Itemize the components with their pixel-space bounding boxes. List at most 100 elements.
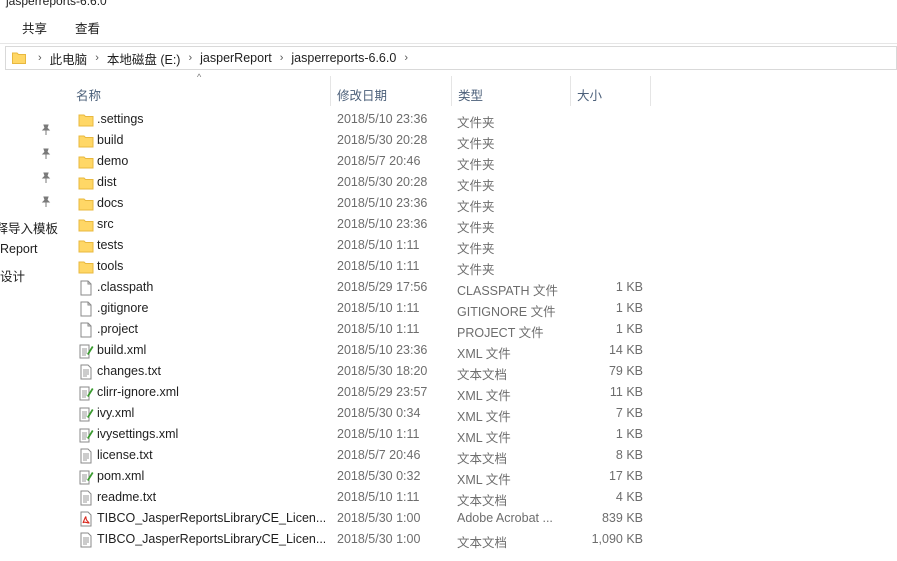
file-type: 文件夹 (457, 158, 495, 172)
nav-item-design[interactable]: 设计 (0, 266, 58, 285)
chevron-right-icon[interactable]: › (396, 52, 416, 64)
column-header-size[interactable]: 大小 (571, 76, 651, 106)
file-row[interactable]: build 2018/5/30 20:28 文件夹 (72, 130, 712, 151)
file-row[interactable]: readme.txt 2018/5/10 1:11 文本文档 4 KB (72, 487, 712, 508)
file-row[interactable]: clirr-ignore.xml 2018/5/29 23:57 XML 文件 11 … (72, 382, 712, 403)
file-modified-date: 2018/5/30 0:32 (337, 469, 421, 483)
file-type: 文件夹 (457, 116, 495, 130)
tab-view[interactable]: 查看 (75, 18, 100, 37)
file-modified-date: 2018/5/30 1:00 (337, 532, 421, 546)
chevron-right-icon[interactable]: › (30, 52, 50, 64)
file-list: ^ 名称 修改日期 类型 大小 .settings 2018/5/10 23:36… (60, 72, 897, 561)
column-header-name[interactable]: 名称 (70, 76, 330, 106)
file-modified-date: 2018/5/30 20:28 (337, 175, 428, 189)
file-row[interactable]: .project 2018/5/10 1:11 PROJECT 文件 1 KB (72, 319, 712, 340)
file-size: 839 KB (601, 511, 643, 525)
file-name: changes.txt (97, 364, 161, 378)
file-type: 文件夹 (457, 242, 495, 256)
text-file-icon (78, 532, 94, 548)
file-name: .classpath (97, 280, 154, 294)
chevron-right-icon[interactable]: › (272, 52, 292, 64)
file-row[interactable]: docs 2018/5/10 23:36 文件夹 (72, 193, 712, 214)
file-modified-date: 2018/5/10 1:11 (337, 301, 420, 315)
xml-file-icon (78, 406, 94, 422)
file-row[interactable]: TIBCO_JasperReportsLibraryCE_Licen... 201… (72, 529, 712, 550)
file-modified-date: 2018/5/10 1:11 (337, 322, 420, 336)
file-type: XML 文件 (457, 389, 511, 403)
file-size: 79 KB (608, 364, 643, 378)
file-modified-date: 2018/5/10 23:36 (337, 112, 428, 126)
file-name: tools (97, 259, 124, 273)
address-bar[interactable]: › 此电脑 › 本地磁盘 (E:) › jasperReport › jaspe… (5, 46, 897, 70)
file-type: XML 文件 (457, 473, 511, 487)
file-name: build (97, 133, 124, 147)
pin-icon[interactable] (40, 196, 52, 208)
file-row[interactable]: license.txt 2018/5/7 20:46 文本文档 8 KB (72, 445, 712, 466)
breadcrumb-this-pc[interactable]: 此电脑 (50, 49, 88, 68)
breadcrumb-current-folder[interactable]: jasperreports-6.6.0 (291, 51, 396, 65)
file-type: CLASSPATH 文件 (457, 284, 558, 298)
file-row[interactable]: changes.txt 2018/5/30 18:20 文本文档 79 KB (72, 361, 712, 382)
file-row[interactable]: .gitignore 2018/5/10 1:11 GITIGNORE 文件 1 KB (72, 298, 712, 319)
file-type: 文件夹 (457, 221, 495, 235)
file-name: .project (97, 322, 138, 336)
file-name: TIBCO_JasperReportsLibraryCE_Licen... (97, 511, 325, 525)
file-row[interactable]: TIBCO_JasperReportsLibraryCE_Licen... 201… (72, 508, 712, 529)
file-row[interactable]: ivysettings.xml 2018/5/10 1:11 XML 文件 1 KB (72, 424, 712, 445)
xml-file-icon (78, 427, 94, 443)
file-row[interactable]: src 2018/5/10 23:36 文件夹 (72, 214, 712, 235)
file-row[interactable]: .settings 2018/5/10 23:36 文件夹 (72, 109, 712, 130)
file-modified-date: 2018/5/29 23:57 (337, 385, 428, 399)
breadcrumb-jasperreport[interactable]: jasperReport (200, 51, 272, 65)
file-type: XML 文件 (457, 431, 511, 445)
file-type: XML 文件 (457, 410, 511, 424)
column-label: 名称 (76, 89, 102, 103)
file-type: 文本文档 (457, 368, 508, 382)
folder-icon (78, 112, 94, 128)
folder-icon (78, 133, 94, 149)
file-type: 文件夹 (457, 137, 495, 151)
column-header-type[interactable]: 类型 (452, 76, 570, 106)
file-type: 文件夹 (457, 179, 495, 193)
file-name: pom.xml (97, 469, 145, 483)
pdf-file-icon (78, 511, 94, 527)
file-row[interactable]: tests 2018/5/10 1:11 文件夹 (72, 235, 712, 256)
tab-share[interactable]: 共享 (22, 18, 47, 37)
chevron-right-icon[interactable]: › (87, 52, 107, 64)
file-size: 1 KB (615, 322, 643, 336)
file-row[interactable]: dist 2018/5/30 20:28 文件夹 (72, 172, 712, 193)
file-modified-date: 2018/5/30 18:20 (337, 364, 428, 378)
column-header-date[interactable]: 修改日期 (331, 76, 451, 106)
file-name: readme.txt (97, 490, 157, 504)
nav-item-label: 设计 (0, 270, 26, 284)
pin-icon[interactable] (40, 124, 52, 136)
column-divider[interactable] (650, 76, 651, 106)
file-modified-date: 2018/5/30 20:28 (337, 133, 428, 147)
window-titlebar: jasperreports-6.6.0 (0, 0, 897, 8)
file-row[interactable]: ivy.xml 2018/5/30 0:34 XML 文件 7 KB (72, 403, 712, 424)
folder-icon (78, 175, 94, 191)
file-modified-date: 2018/5/10 23:36 (337, 196, 428, 210)
pin-icon[interactable] (40, 148, 52, 160)
file-name: ivy.xml (97, 406, 135, 420)
file-row[interactable]: tools 2018/5/10 1:11 文件夹 (72, 256, 712, 277)
file-type: 文件夹 (457, 263, 495, 277)
file-row[interactable]: .classpath 2018/5/29 17:56 CLASSPATH 文件 1 K… (72, 277, 712, 298)
folder-icon (78, 259, 94, 275)
file-type: 文本文档 (457, 494, 508, 508)
folder-icon (78, 217, 94, 233)
file-type: 文件夹 (457, 200, 495, 214)
chevron-right-icon[interactable]: › (180, 52, 200, 64)
pin-icon[interactable] (40, 172, 52, 184)
file-size: 1,090 KB (591, 532, 643, 546)
nav-item-template[interactable]: 注释导入模板 (0, 218, 58, 237)
folder-icon (78, 154, 94, 170)
file-icon (78, 322, 94, 338)
file-row[interactable]: demo 2018/5/7 20:46 文件夹 (72, 151, 712, 172)
breadcrumb-local-disk[interactable]: 本地磁盘 (E:) (107, 49, 181, 68)
file-row[interactable]: pom.xml 2018/5/30 0:32 XML 文件 17 KB (72, 466, 712, 487)
file-size: 17 KB (608, 469, 643, 483)
file-name: license.txt (97, 448, 153, 462)
file-row[interactable]: build.xml 2018/5/10 23:36 XML 文件 14 KB (72, 340, 712, 361)
nav-item-report[interactable]: Report (0, 242, 58, 256)
